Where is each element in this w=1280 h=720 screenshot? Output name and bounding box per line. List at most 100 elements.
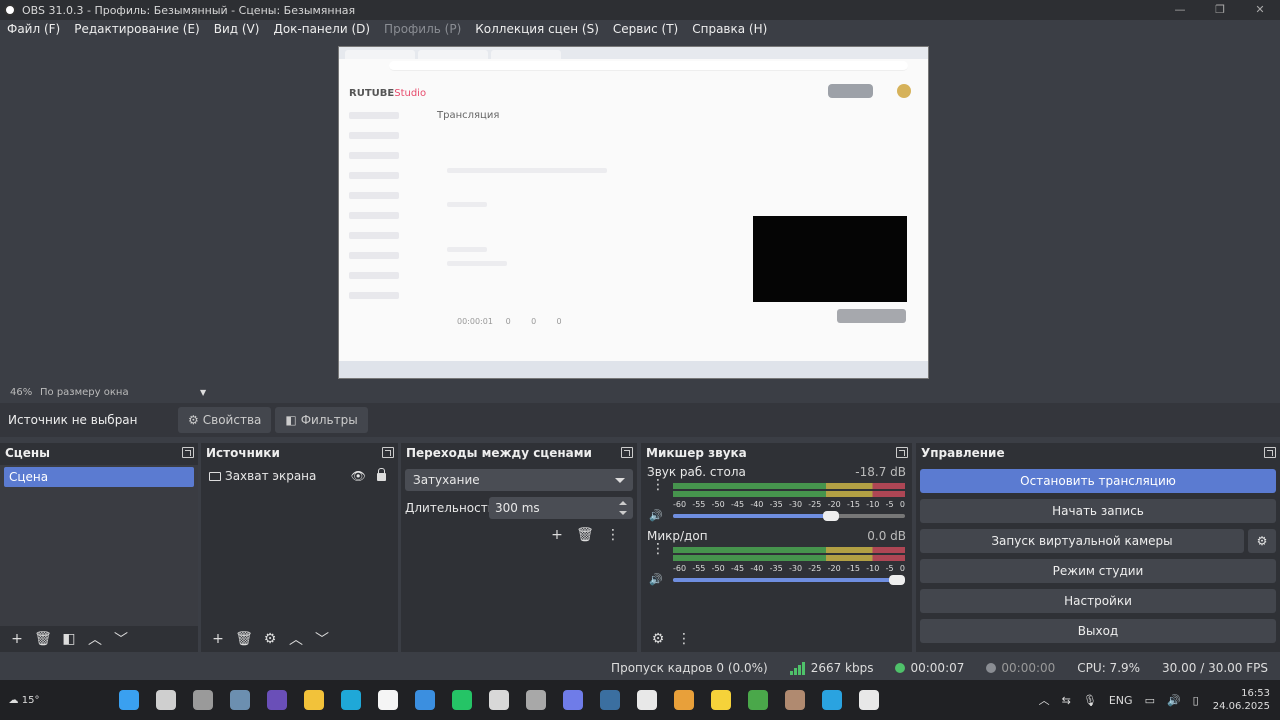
store-icon[interactable] <box>406 686 443 714</box>
more-icon[interactable]: ⋮ <box>651 478 665 492</box>
volume-slider[interactable] <box>673 575 905 585</box>
folder-icon[interactable] <box>295 686 332 714</box>
more-icon[interactable]: ⋮ <box>651 542 665 556</box>
start-icon[interactable] <box>110 686 147 714</box>
title-bar: OBS 31.0.3 - Профиль: Безымянный - Сцены… <box>0 0 1280 20</box>
app-icon-5[interactable] <box>628 686 665 714</box>
undock-icon[interactable] <box>182 447 194 458</box>
gear-icon[interactable]: ⚙ <box>645 631 671 647</box>
menu-docks[interactable]: Док-панели (D) <box>266 20 377 39</box>
chevron-up-icon[interactable]: ︿ <box>1039 692 1050 708</box>
gear-icon[interactable]: ⚙ <box>1248 529 1276 553</box>
speaker-icon[interactable]: 🔊 <box>649 573 663 586</box>
add-icon[interactable]: + <box>4 631 30 647</box>
maximize-button[interactable]: ❐ <box>1200 0 1240 20</box>
undock-icon[interactable] <box>382 447 394 458</box>
yandex-icon[interactable] <box>369 686 406 714</box>
preview-canvas[interactable]: RUTUBEStudio Трансляция 00:00:01 0 0 0 <box>338 46 929 379</box>
volume-slider[interactable] <box>673 511 905 521</box>
filters-button[interactable]: ◧ Фильтры <box>275 407 368 433</box>
move-down-icon[interactable]: ﹀ <box>108 629 134 649</box>
exit-button[interactable]: Выход <box>920 619 1276 643</box>
task-view-icon[interactable] <box>184 686 221 714</box>
app-icon-3[interactable] <box>480 686 517 714</box>
telegram-icon[interactable] <box>813 686 850 714</box>
transitions-body: Затухание Длительность 300 ms + 🗑 ⋮ <box>401 465 637 652</box>
move-down-icon[interactable]: ﹀ <box>309 629 335 649</box>
studio-mode-button[interactable]: Режим студии <box>920 559 1276 583</box>
virtual-cam-button[interactable]: Запуск виртуальной камеры <box>920 529 1244 553</box>
transition-select[interactable]: Затухание <box>405 469 633 491</box>
app-icon-7[interactable] <box>702 686 739 714</box>
gear-icon[interactable]: ⚙ <box>257 631 283 647</box>
menu-tools[interactable]: Сервис (T) <box>606 20 685 39</box>
menu-file[interactable]: Файл (F) <box>0 20 67 39</box>
source-item[interactable]: Захват экрана 👁 <box>201 465 398 487</box>
trash-icon[interactable]: 🗑 <box>571 527 599 543</box>
app-icon-2[interactable] <box>258 686 295 714</box>
volume-knob[interactable] <box>889 575 905 585</box>
monitor-icon[interactable]: ▭ <box>1145 694 1155 707</box>
battery-icon[interactable]: ▯ <box>1193 694 1199 707</box>
speaker-icon[interactable]: 🔊 <box>649 509 663 522</box>
steam-icon[interactable] <box>591 686 628 714</box>
scene-item[interactable]: Сцена <box>4 467 194 487</box>
whatsapp-icon[interactable] <box>443 686 480 714</box>
trash-icon[interactable]: 🗑 <box>30 631 56 647</box>
preview-heading: Трансляция <box>437 110 500 121</box>
zoom-dropdown-icon[interactable]: ▼ <box>200 388 206 397</box>
trash-icon[interactable]: 🗑 <box>231 631 257 647</box>
zoom-mode[interactable]: По размеру окна <box>40 387 200 398</box>
spin-down-icon[interactable] <box>619 511 627 515</box>
level-meter <box>673 547 905 553</box>
settings-button[interactable]: Настройки <box>920 589 1276 613</box>
move-up-icon[interactable]: ︿ <box>283 629 309 649</box>
undock-icon[interactable] <box>1264 447 1276 458</box>
obs-icon[interactable] <box>850 686 887 714</box>
more-icon[interactable]: ⋮ <box>671 631 697 647</box>
menu-view[interactable]: Вид (V) <box>207 20 267 39</box>
start-record-button[interactable]: Начать запись <box>920 499 1276 523</box>
discord-icon[interactable] <box>554 686 591 714</box>
search-icon[interactable] <box>147 686 184 714</box>
status-bar: Пропуск кадров 0 (0.0%) 2667 kbps 00:00:… <box>0 656 1280 680</box>
close-button[interactable]: ✕ <box>1240 0 1280 20</box>
stop-stream-button[interactable]: Остановить трансляцию <box>920 469 1276 493</box>
menu-scene-collection[interactable]: Коллекция сцен (S) <box>468 20 606 39</box>
weather-widget[interactable]: ☁ 15° <box>0 695 48 706</box>
add-icon[interactable]: + <box>205 631 231 647</box>
language-indicator[interactable]: ENG <box>1109 694 1133 707</box>
volume-icon[interactable]: 🔊 <box>1167 694 1181 707</box>
lock-icon[interactable] <box>377 468 386 481</box>
undock-icon[interactable] <box>896 447 908 458</box>
edge-icon[interactable] <box>332 686 369 714</box>
app-icon-1[interactable] <box>221 686 258 714</box>
duration-spinbox[interactable]: 300 ms <box>489 497 633 519</box>
fps-status: 30.00 / 30.00 FPS <box>1162 661 1268 675</box>
window-controls: — ❐ ✕ <box>1160 0 1280 20</box>
undock-icon[interactable] <box>621 447 633 458</box>
menu-profile[interactable]: Профиль (P) <box>377 20 468 39</box>
spin-up-icon[interactable] <box>619 501 627 505</box>
minecraft-icon[interactable] <box>739 686 776 714</box>
menu-edit[interactable]: Редактирование (E) <box>67 20 206 39</box>
more-icon[interactable]: ⋮ <box>599 527 627 543</box>
volume-knob[interactable] <box>822 511 839 521</box>
network-icon[interactable]: ⇆ <box>1062 694 1071 707</box>
app-icon-8[interactable] <box>776 686 813 714</box>
clock[interactable]: 16:53 24.06.2025 <box>1213 687 1270 713</box>
bitrate-status: 2667 kbps <box>789 661 873 675</box>
app-icon-6[interactable] <box>665 686 702 714</box>
app-icon-4[interactable] <box>517 686 554 714</box>
menu-help[interactable]: Справка (H) <box>685 20 774 39</box>
move-up-icon[interactable]: ︿ <box>82 629 108 649</box>
preview-address-bar <box>389 61 908 71</box>
eye-icon[interactable]: 👁 <box>351 469 366 483</box>
cloud-icon: ☁ <box>8 694 19 706</box>
minimize-button[interactable]: — <box>1160 0 1200 20</box>
filter-icon[interactable]: ◧ <box>56 631 82 647</box>
add-icon[interactable]: + <box>543 527 571 543</box>
stream-status-icon <box>895 663 906 673</box>
microphone-icon[interactable]: 🎙 <box>1083 694 1097 707</box>
properties-button[interactable]: ⚙ Свойства <box>178 407 272 433</box>
